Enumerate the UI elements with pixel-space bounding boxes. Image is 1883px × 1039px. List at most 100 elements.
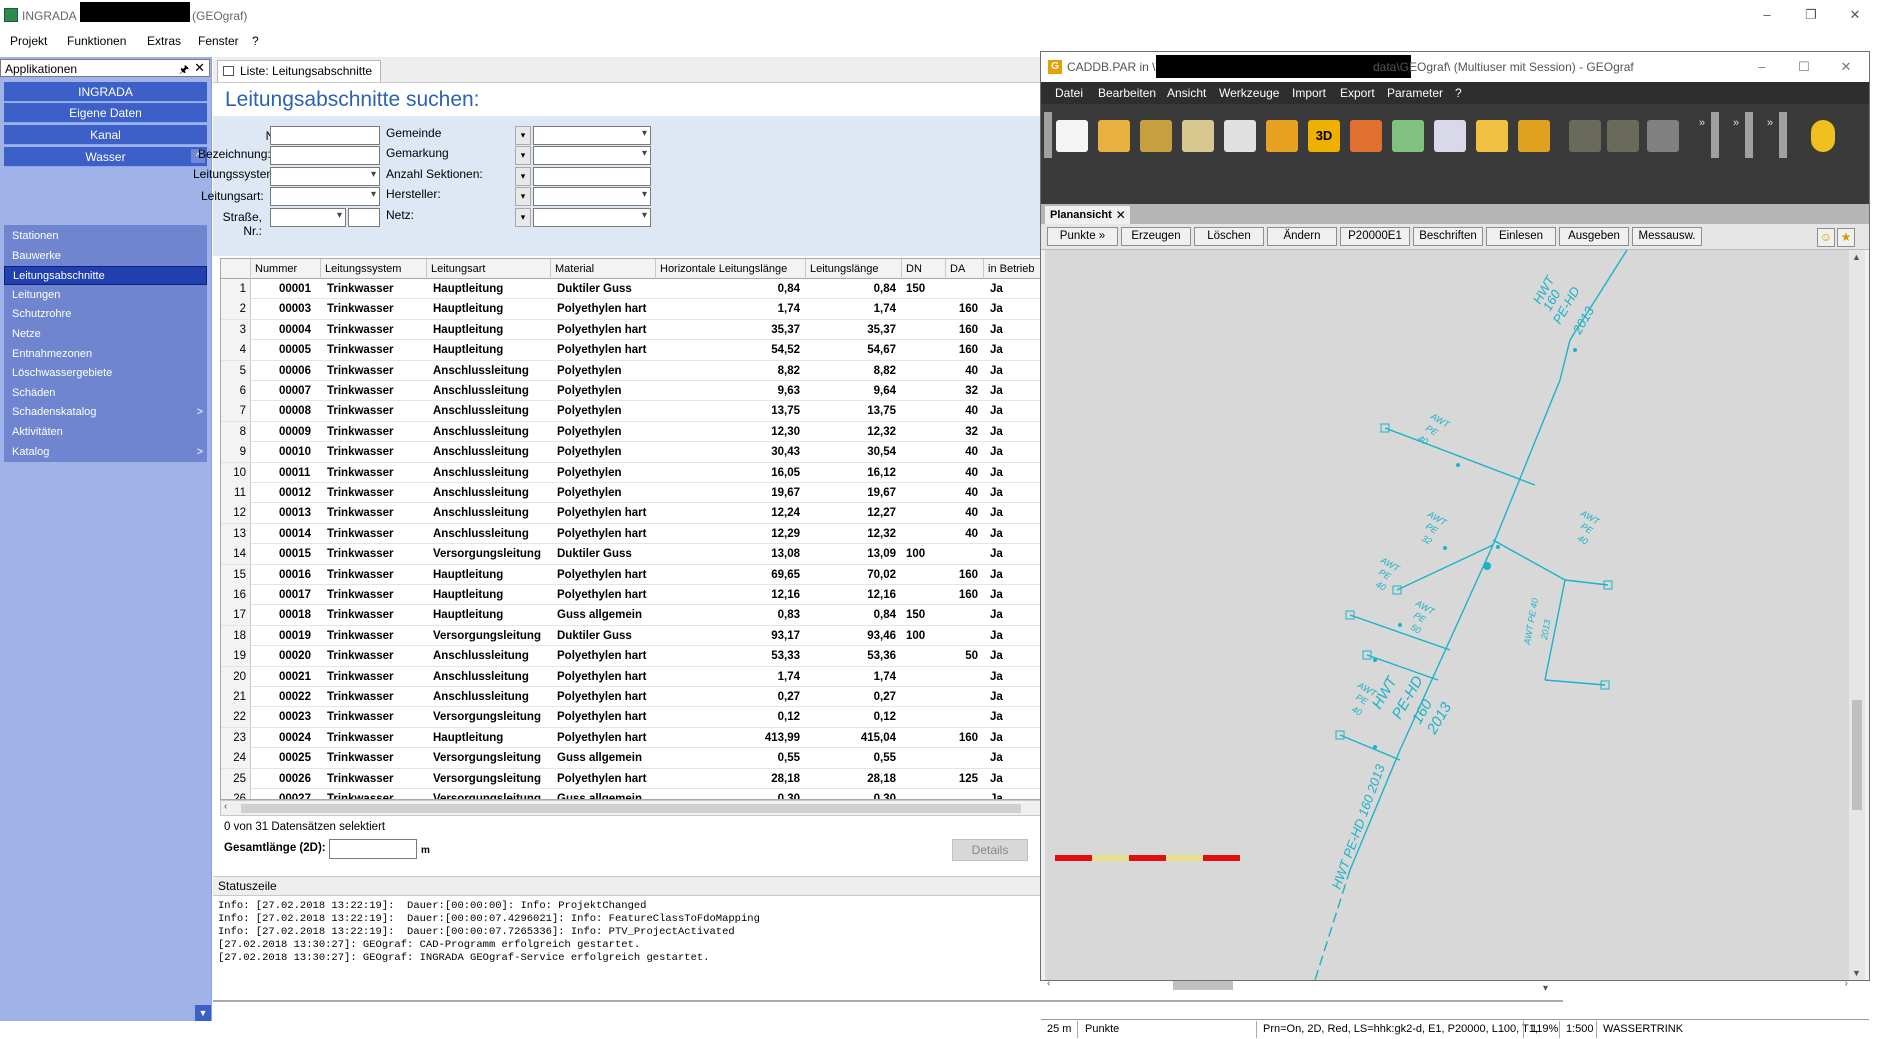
close-icon[interactable]: ✕ — [194, 60, 205, 76]
column-header[interactable]: DA — [946, 259, 984, 279]
sidebar-item[interactable]: Leitungen — [4, 286, 207, 305]
erzeugen-button[interactable]: Erzeugen — [1121, 227, 1191, 246]
table-row[interactable]: 22 00023 Trinkwasser Versorgungsleitung Poly… — [221, 707, 1041, 728]
sidebar-item[interactable]: Schäden — [4, 384, 207, 403]
table-row[interactable]: 10 00011 Trinkwasser Anschlussleitung Polyet… — [221, 462, 1041, 483]
nav-ingrada[interactable]: INGRADA — [4, 82, 207, 102]
print-icon[interactable] — [1182, 120, 1214, 152]
scroll-right-icon[interactable]: › — [1845, 978, 1848, 989]
map-vertical-scrollbar[interactable]: ▲ ▼ — [1849, 250, 1865, 980]
beschriften-button[interactable]: Beschriften — [1413, 227, 1483, 246]
geo-menu-datei[interactable]: Datei — [1055, 86, 1083, 100]
table-row[interactable]: 4 00005 Trinkwasser Hauptleitung Polyethylen… — [221, 340, 1041, 361]
node-point[interactable] — [1456, 463, 1460, 467]
cut-icon[interactable] — [1647, 120, 1679, 152]
menu-fenster[interactable]: Fenster — [198, 34, 239, 48]
total-length-field[interactable] — [329, 839, 417, 859]
pan-hand-icon[interactable] — [1518, 120, 1550, 152]
menu-extras[interactable]: Extras — [147, 34, 181, 48]
toolbar-grip[interactable] — [1779, 112, 1787, 158]
node-point[interactable] — [1496, 545, 1500, 549]
hersteller-select[interactable]: ▾ — [533, 187, 651, 206]
table-row[interactable]: 21 00022 Trinkwasser Anschlussleitung Polyet… — [221, 687, 1041, 708]
service-pipe[interactable] — [1544, 679, 1606, 686]
chart-icon[interactable] — [1350, 120, 1382, 152]
table-row[interactable]: 20 00021 Trinkwasser Anschlussleitung Polyet… — [221, 666, 1041, 687]
nav-kanal[interactable]: Kanal — [4, 125, 207, 145]
scroll-thumb[interactable] — [1173, 981, 1233, 990]
table-row[interactable]: 8 00009 Trinkwasser Anschlussleitung Polyeth… — [221, 421, 1041, 443]
details-button[interactable]: Details — [952, 839, 1028, 861]
geograf-close-button[interactable]: ✕ — [1825, 55, 1867, 79]
tab-liste-leitungsabschnitte[interactable]: Liste: Leitungsabschnitte — [217, 60, 382, 82]
scroll-left-icon[interactable]: ‹ — [224, 801, 227, 812]
gemeinde-select[interactable]: ▾ — [533, 126, 651, 145]
main-pipe[interactable] — [1559, 339, 1571, 381]
minimize-button[interactable]: – — [1745, 4, 1789, 26]
favorite-star-icon[interactable]: ★ — [1837, 228, 1855, 247]
redo-icon[interactable] — [1607, 120, 1639, 152]
sidebar-item[interactable]: Leitungsabschnitte — [4, 266, 207, 286]
table-row[interactable]: 18 00019 Trinkwasser Versorgungsleitung Dukt… — [221, 625, 1041, 647]
table-row[interactable]: 14 00015 Trinkwasser Versorgungsleitung Dukt… — [221, 544, 1041, 565]
table-row[interactable]: 13 00014 Trinkwasser Anschlussleitung Polyet… — [221, 523, 1041, 545]
toolbar-grip[interactable] — [1044, 112, 1052, 158]
table-row[interactable]: 2 00003 Trinkwasser Hauptleitung Polyethylen… — [221, 299, 1041, 320]
sidebar-item[interactable]: Schutzrohre — [4, 305, 207, 324]
geo-menu-werkzeuge[interactable]: Werkzeuge — [1219, 86, 1279, 100]
node-point[interactable] — [1373, 658, 1377, 662]
gemarkung-select[interactable]: ▾ — [533, 146, 651, 165]
p20000e1-button[interactable]: P20000E1 — [1340, 227, 1410, 246]
save-icon[interactable] — [1140, 120, 1172, 152]
table-row[interactable]: 26 00027 Trinkwasser Versorgungsleitung Guss… — [221, 789, 1041, 799]
service-pipe[interactable] — [1384, 427, 1536, 486]
netz-operator-button[interactable]: ▾ — [515, 208, 531, 227]
menu-help[interactable]: ? — [252, 34, 259, 48]
table-row[interactable]: 15 00016 Trinkwasser Hauptleitung Polyethyle… — [221, 564, 1041, 585]
service-pipe[interactable] — [1492, 539, 1566, 581]
node-point[interactable] — [1483, 562, 1491, 570]
table-row[interactable]: 19 00020 Trinkwasser Anschlussleitung Polyet… — [221, 646, 1041, 667]
service-pipe[interactable] — [1366, 654, 1439, 681]
column-header[interactable]: in Betrieb — [984, 259, 1041, 279]
table-row[interactable]: 23 00024 Trinkwasser Hauptleitung Polyethyle… — [221, 727, 1041, 749]
home-icon[interactable] — [1266, 120, 1298, 152]
sidebar-item[interactable]: Entnahmezonen — [4, 345, 207, 364]
geo-menu-help[interactable]: ? — [1455, 86, 1462, 100]
results-table[interactable]: Nummer Leitungssystem Leitungsart Material H… — [220, 258, 1042, 800]
node-point[interactable] — [1398, 623, 1402, 627]
table-row[interactable]: 7 00008 Trinkwasser Anschlussleitung Polyeth… — [221, 401, 1041, 422]
window-icon[interactable] — [1434, 120, 1466, 152]
toolbar-overflow-icon[interactable]: » — [1699, 117, 1705, 129]
netz-select[interactable]: ▾ — [533, 208, 651, 227]
pin-icon[interactable]: 🖈 — [179, 61, 189, 80]
nav-eigene-daten[interactable]: Eigene Daten — [4, 103, 207, 123]
table-row[interactable]: 1 00001 Trinkwasser Hauptleitung Duktiler Gu… — [221, 279, 1041, 300]
sidebar-item[interactable]: Katalog > — [4, 443, 207, 462]
aendern-button[interactable]: Ändern — [1267, 227, 1337, 246]
service-pipe[interactable] — [1396, 544, 1494, 591]
table-row[interactable]: 25 00026 Trinkwasser Versorgungsleitung Poly… — [221, 768, 1041, 789]
service-pipe[interactable] — [1564, 579, 1609, 586]
table-row[interactable]: 6 00007 Trinkwasser Anschlussleitung Polyeth… — [221, 381, 1041, 402]
anzahl-sektionen-input[interactable] — [533, 167, 651, 186]
sidebar-item[interactable]: Stationen — [4, 227, 207, 246]
nav-wasser[interactable]: Wasser ^ — [4, 147, 207, 167]
sidebar-item[interactable]: Schadenskatalog > — [4, 403, 207, 422]
sidebar-item[interactable]: Löschwassergebiete — [4, 364, 207, 383]
info-bulb-icon[interactable] — [1811, 120, 1835, 152]
node-point[interactable] — [1573, 348, 1577, 352]
layer-icon[interactable] — [1476, 120, 1508, 152]
smiley-icon[interactable]: ☺ — [1817, 228, 1835, 247]
hausnummer-input[interactable] — [348, 208, 380, 227]
node-point[interactable] — [1373, 745, 1377, 749]
einlesen-button[interactable]: Einlesen — [1486, 227, 1556, 246]
service-pipe[interactable] — [1339, 734, 1401, 761]
service-pipe[interactable] — [1349, 614, 1451, 651]
punkte-button[interactable]: Punkte » — [1047, 227, 1118, 246]
table-row[interactable]: 17 00018 Trinkwasser Hauptleitung Guss allge… — [221, 605, 1041, 626]
sidebar-item[interactable]: Aktivitäten — [4, 423, 207, 442]
table-row[interactable]: 11 00012 Trinkwasser Anschlussleitung Polyet… — [221, 483, 1041, 504]
column-header[interactable]: Nummer — [251, 259, 321, 279]
nummer-input[interactable] — [270, 126, 380, 145]
